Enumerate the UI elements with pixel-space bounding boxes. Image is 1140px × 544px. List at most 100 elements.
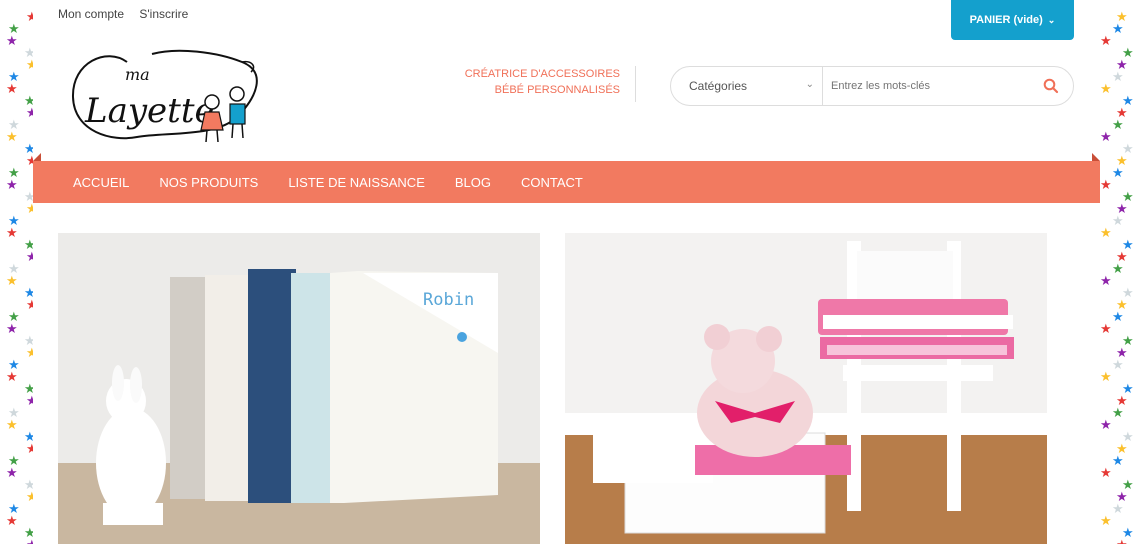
star-icon: ★ xyxy=(1122,141,1134,156)
star-icon: ★ xyxy=(1116,297,1128,312)
product-photo-folders[interactable]: Robin xyxy=(58,233,540,544)
star-icon: ★ xyxy=(1100,81,1112,96)
star-icon: ★ xyxy=(8,357,20,372)
star-icon: ★ xyxy=(1112,117,1124,132)
star-icon: ★ xyxy=(1116,441,1128,456)
star-icon: ★ xyxy=(1116,105,1128,120)
star-icon: ★ xyxy=(6,81,18,96)
star-icon: ★ xyxy=(1112,453,1124,468)
divider xyxy=(635,66,636,102)
star-icon: ★ xyxy=(8,309,20,324)
star-icon: ★ xyxy=(1100,513,1112,528)
star-icon: ★ xyxy=(8,117,20,132)
star-icon: ★ xyxy=(6,273,18,288)
star-icon: ★ xyxy=(6,513,18,528)
star-icon: ★ xyxy=(8,501,20,516)
star-icon: ★ xyxy=(1112,501,1124,516)
ribbon-fold-left xyxy=(33,153,41,161)
nav-item-contact[interactable]: CONTACT xyxy=(521,175,583,190)
star-icon: ★ xyxy=(8,213,20,228)
star-icon: ★ xyxy=(6,369,18,384)
star-icon: ★ xyxy=(1116,393,1128,408)
star-icon: ★ xyxy=(6,321,18,336)
star-icon: ★ xyxy=(1122,525,1134,540)
nav-item-nos-produits[interactable]: NOS PRODUITS xyxy=(159,175,258,190)
star-icon: ★ xyxy=(6,177,18,192)
cart-label: PANIER (vide) xyxy=(969,14,1043,26)
logo-illustration: ma Layette xyxy=(71,49,258,143)
star-icon: ★ xyxy=(1100,177,1112,192)
star-icon: ★ xyxy=(1112,357,1124,372)
svg-text:ma: ma xyxy=(125,65,150,84)
star-icon: ★ xyxy=(1100,465,1112,480)
star-icon: ★ xyxy=(6,33,18,48)
star-icon: ★ xyxy=(1100,417,1112,432)
search-input[interactable] xyxy=(823,67,1029,105)
bear-chair-illustration xyxy=(565,233,1047,544)
star-icon: ★ xyxy=(1116,201,1128,216)
star-icon: ★ xyxy=(1116,57,1128,72)
page-container: Mon compte S'inscrire PANIER (vide) ⌄ ma… xyxy=(33,0,1100,544)
star-icon: ★ xyxy=(1100,369,1112,384)
ribbon-fold-right xyxy=(1092,153,1100,161)
star-icon: ★ xyxy=(1122,477,1134,492)
star-icon: ★ xyxy=(1112,69,1124,84)
star-icon: ★ xyxy=(8,453,20,468)
star-icon: ★ xyxy=(1100,225,1112,240)
star-icon: ★ xyxy=(6,417,18,432)
star-icon: ★ xyxy=(1122,237,1134,252)
star-icon: ★ xyxy=(8,21,20,36)
star-icon: ★ xyxy=(1112,213,1124,228)
star-icon: ★ xyxy=(8,165,20,180)
star-icon: ★ xyxy=(8,69,20,84)
star-icon: ★ xyxy=(1100,33,1112,48)
star-icon: ★ xyxy=(1100,129,1112,144)
main-nav: ACCUEIL NOS PRODUITS LISTE DE NAISSANCE … xyxy=(33,161,1100,203)
star-icon: ★ xyxy=(8,261,20,276)
svg-text:Robin: Robin xyxy=(423,290,474,310)
search-bar: Catégories ⌄ xyxy=(670,66,1074,106)
star-icon: ★ xyxy=(1122,45,1134,60)
star-icon: ★ xyxy=(1116,538,1128,544)
search-button[interactable] xyxy=(1029,78,1073,94)
star-icon: ★ xyxy=(1122,333,1134,348)
account-link[interactable]: Mon compte xyxy=(58,7,124,21)
nav-item-liste-de-naissance[interactable]: LISTE DE NAISSANCE xyxy=(288,175,425,190)
star-icon: ★ xyxy=(6,465,18,480)
nav-item-accueil[interactable]: ACCUEIL xyxy=(73,175,129,190)
cart-button[interactable]: PANIER (vide) ⌄ xyxy=(951,0,1074,40)
tagline-line-2: BÉBÉ PERSONNALISÉS xyxy=(494,84,620,96)
top-links: Mon compte S'inscrire xyxy=(58,7,200,21)
chevron-down-icon: ⌄ xyxy=(805,79,814,90)
star-icon: ★ xyxy=(1100,273,1112,288)
star-icon: ★ xyxy=(1122,429,1134,444)
chevron-down-icon: ⌄ xyxy=(1047,14,1056,25)
svg-text:Layette: Layette xyxy=(84,91,215,131)
star-icon: ★ xyxy=(6,225,18,240)
star-icon: ★ xyxy=(1122,189,1134,204)
search-icon xyxy=(1043,78,1059,94)
star-icon: ★ xyxy=(1116,249,1128,264)
product-photo-bear-chair[interactable] xyxy=(565,233,1047,544)
tagline-line-1: CRÉATRICE D'ACCESSOIRES xyxy=(464,68,620,80)
star-icon: ★ xyxy=(8,405,20,420)
star-icon: ★ xyxy=(1112,21,1124,36)
star-icon: ★ xyxy=(1116,153,1128,168)
star-icon: ★ xyxy=(1122,381,1134,396)
star-icon: ★ xyxy=(1116,9,1128,24)
star-icon: ★ xyxy=(1112,405,1124,420)
star-icon: ★ xyxy=(1122,93,1134,108)
star-icon: ★ xyxy=(1112,261,1124,276)
star-icon: ★ xyxy=(1116,489,1128,504)
star-icon: ★ xyxy=(1112,165,1124,180)
category-select-value: Catégories xyxy=(689,79,748,93)
site-logo[interactable]: ma Layette xyxy=(67,42,277,150)
signup-link[interactable]: S'inscrire xyxy=(139,7,188,21)
nav-item-blog[interactable]: BLOG xyxy=(455,175,491,190)
tagline: CRÉATRICE D'ACCESSOIRES BÉBÉ PERSONNALIS… xyxy=(433,66,620,98)
category-select[interactable]: Catégories ⌄ xyxy=(671,67,823,105)
star-icon: ★ xyxy=(1122,285,1134,300)
star-icon: ★ xyxy=(1116,345,1128,360)
folders-illustration: Robin xyxy=(58,233,540,544)
star-icon: ★ xyxy=(1112,309,1124,324)
